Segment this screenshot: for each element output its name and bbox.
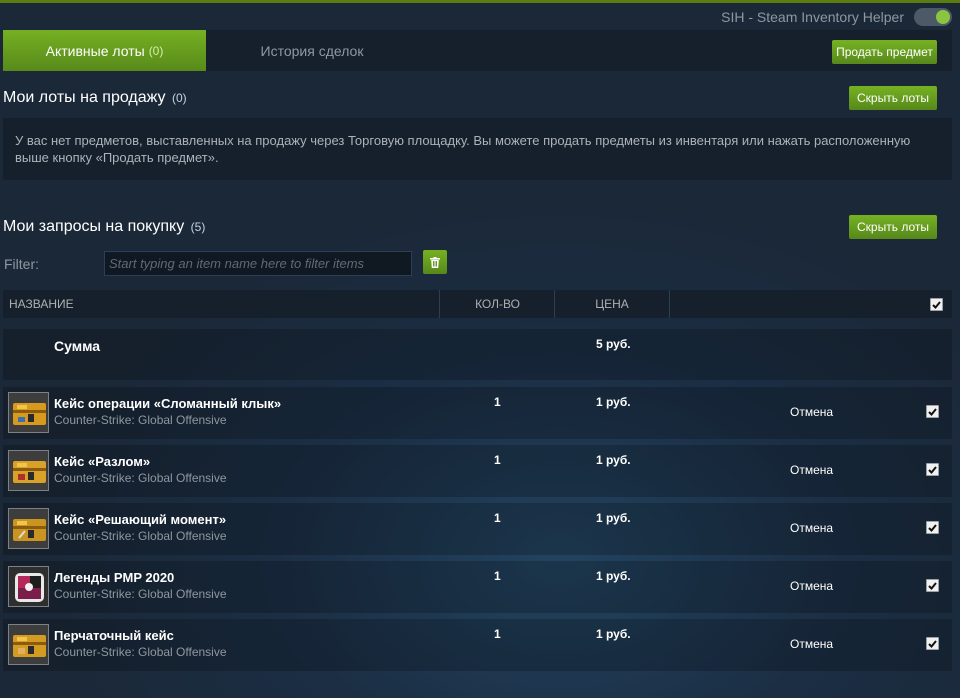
checkmark-icon	[928, 639, 937, 648]
trash-icon	[430, 256, 440, 268]
item-qty: 1	[494, 627, 501, 641]
hide-buy-orders-label: Скрыть лоты	[857, 220, 929, 234]
tab-label: История сделок	[260, 42, 364, 59]
case-icon	[8, 624, 49, 665]
column-price: ЦЕНА	[554, 290, 670, 318]
item-game: Counter-Strike: Global Offensive	[54, 645, 227, 659]
cancel-order-button[interactable]: Отмена	[790, 405, 833, 419]
checkmark-icon	[932, 300, 941, 309]
summary-row: Сумма 5 руб.	[3, 329, 952, 380]
cancel-order-button[interactable]: Отмена	[790, 579, 833, 593]
filter-label: Filter:	[4, 256, 39, 272]
item-name[interactable]: Кейс «Разлом»	[54, 454, 150, 469]
filter-input[interactable]	[104, 251, 412, 276]
item-game: Counter-Strike: Global Offensive	[54, 587, 227, 601]
case-icon	[8, 508, 49, 549]
listings-title: Мои лоты на продажу (0)	[3, 89, 187, 107]
item-game: Counter-Strike: Global Offensive	[54, 413, 227, 427]
hide-listings-button[interactable]: Скрыть лоты	[849, 86, 937, 110]
sell-item-button[interactable]: Продать предмет	[832, 40, 937, 64]
empty-listings-message: У вас нет предметов, выставленных на про…	[3, 118, 952, 180]
top-accent-line	[0, 0, 960, 3]
buy-orders-count: (5)	[190, 220, 206, 234]
listings-title-text: Мои лоты на продажу	[3, 89, 166, 106]
buy-orders-title: Мои запросы на покупку (5)	[3, 218, 205, 236]
item-game: Counter-Strike: Global Offensive	[54, 471, 227, 485]
tab-history[interactable]: История сделок	[206, 30, 418, 71]
item-price: 1 руб.	[596, 453, 631, 467]
hide-buy-orders-button[interactable]: Скрыть лоты	[849, 215, 937, 239]
cancel-order-button[interactable]: Отмена	[790, 637, 833, 651]
case-icon	[8, 392, 49, 433]
hide-listings-label: Скрыть лоты	[857, 91, 929, 105]
order-row: Кейс операции «Сломанный клык» Counter-S…	[3, 387, 952, 439]
order-row: Перчаточный кейс Counter-Strike: Global …	[3, 619, 952, 671]
sih-extension-bar: SIH - Steam Inventory Helper	[721, 8, 952, 26]
toggle-knob	[936, 10, 950, 24]
row-checkbox[interactable]	[926, 637, 939, 650]
item-name[interactable]: Кейс операции «Сломанный клык»	[54, 396, 281, 411]
select-all-checkbox[interactable]	[930, 298, 943, 311]
item-qty: 1	[494, 511, 501, 525]
buy-orders-title-text: Мои запросы на покупку	[3, 218, 185, 235]
checkmark-icon	[928, 407, 937, 416]
orders-table-header: НАЗВАНИЕ КОЛ-ВО ЦЕНА	[3, 290, 952, 318]
case-icon	[8, 450, 49, 491]
row-checkbox[interactable]	[926, 405, 939, 418]
tab-bar: Активные лоты (0) История сделок	[3, 30, 952, 71]
item-name[interactable]: Кейс «Решающий момент»	[54, 512, 226, 527]
item-qty: 1	[494, 569, 501, 583]
sticker-capsule-icon	[8, 566, 49, 607]
column-qty: КОЛ-ВО	[439, 290, 555, 318]
item-qty: 1	[494, 395, 501, 409]
tab-active-listings[interactable]: Активные лоты (0)	[3, 30, 206, 71]
summary-label: Сумма	[54, 338, 101, 354]
column-name: НАЗВАНИЕ	[9, 297, 74, 311]
tab-label: Активные лоты	[45, 42, 145, 59]
sih-label: SIH - Steam Inventory Helper	[721, 9, 904, 25]
checkmark-icon	[928, 581, 937, 590]
item-price: 1 руб.	[596, 511, 631, 525]
item-name[interactable]: Перчаточный кейс	[54, 628, 174, 643]
cancel-order-button[interactable]: Отмена	[790, 521, 833, 535]
cancel-order-button[interactable]: Отмена	[790, 463, 833, 477]
item-price: 1 руб.	[596, 569, 631, 583]
checkmark-icon	[928, 465, 937, 474]
row-checkbox[interactable]	[926, 579, 939, 592]
row-checkbox[interactable]	[926, 521, 939, 534]
order-row: Кейс «Разлом» Counter-Strike: Global Off…	[3, 445, 952, 497]
row-checkbox[interactable]	[926, 463, 939, 476]
summary-price: 5 руб.	[596, 337, 631, 351]
listings-count: (0)	[171, 91, 187, 105]
item-name[interactable]: Легенды PMP 2020	[54, 570, 174, 585]
item-qty: 1	[494, 453, 501, 467]
item-price: 1 руб.	[596, 395, 631, 409]
clear-filter-button[interactable]	[423, 250, 447, 274]
sell-item-label: Продать предмет	[836, 45, 933, 59]
item-game: Counter-Strike: Global Offensive	[54, 529, 227, 543]
item-price: 1 руб.	[596, 627, 631, 641]
order-row: Легенды PMP 2020 Counter-Strike: Global …	[3, 561, 952, 613]
order-row: Кейс «Решающий момент» Counter-Strike: G…	[3, 503, 952, 555]
tab-count: (0)	[148, 43, 164, 58]
sih-toggle[interactable]	[914, 8, 952, 26]
checkmark-icon	[928, 523, 937, 532]
